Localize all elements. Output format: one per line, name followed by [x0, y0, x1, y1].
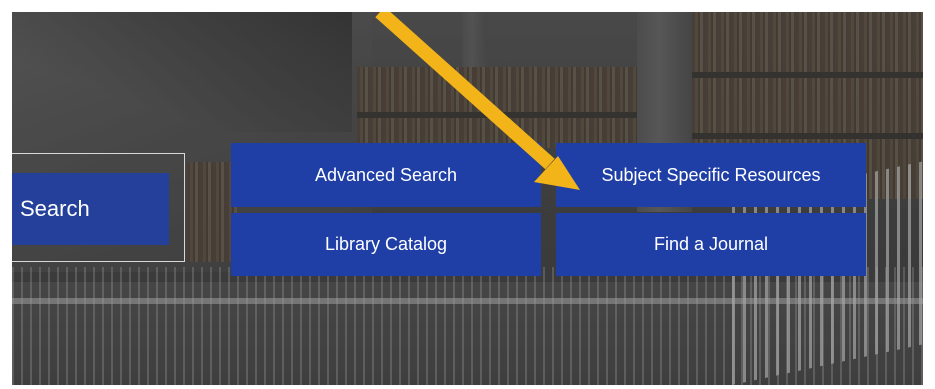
advanced-search-button[interactable]: Advanced Search — [231, 143, 541, 207]
subject-specific-resources-button[interactable]: Subject Specific Resources — [556, 143, 866, 207]
subject-specific-resources-label: Subject Specific Resources — [601, 164, 821, 185]
advanced-search-label: Advanced Search — [314, 164, 458, 185]
library-catalog-button[interactable]: Library Catalog — [231, 213, 541, 276]
search-button-label: Search — [20, 196, 90, 221]
screenshot-frame: Search Advanced Search Subject Specific … — [0, 0, 935, 389]
search-button[interactable]: Search — [12, 173, 169, 245]
library-catalog-label: Library Catalog — [324, 234, 448, 254]
find-a-journal-button[interactable]: Find a Journal — [556, 213, 866, 276]
find-a-journal-label: Find a Journal — [653, 234, 769, 254]
library-hero-banner: Search Advanced Search Subject Specific … — [12, 12, 923, 385]
